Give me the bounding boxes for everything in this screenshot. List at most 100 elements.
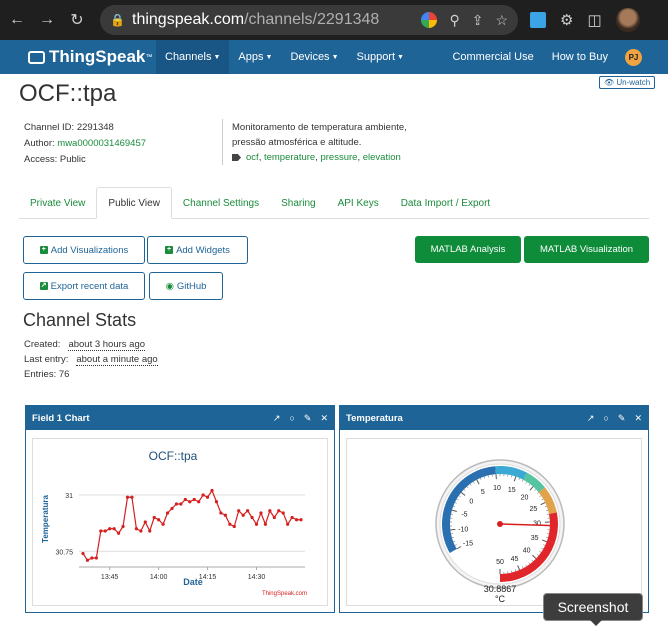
add-visualizations-label: Add Visualizations bbox=[50, 244, 129, 256]
data-point bbox=[90, 556, 94, 560]
star-icon[interactable]: ☆ bbox=[495, 12, 508, 29]
add-widgets-label: Add Widgets bbox=[176, 244, 230, 256]
pencil-icon[interactable]: ✎ bbox=[304, 413, 312, 424]
nav-apps[interactable]: Apps ▼ bbox=[229, 40, 281, 74]
unwatch-button[interactable]: 👁 Un-watch bbox=[599, 76, 656, 89]
nav-commercial-use[interactable]: Commercial Use bbox=[443, 40, 542, 74]
tag-link[interactable]: temperature bbox=[264, 152, 315, 163]
widget-title: Temperatura bbox=[346, 412, 403, 424]
pencil-icon[interactable]: ✎ bbox=[618, 413, 626, 424]
data-point bbox=[170, 506, 174, 511]
matlab-visualization-button[interactable]: MATLAB Visualization bbox=[524, 236, 649, 263]
tab-private-view[interactable]: Private View bbox=[19, 187, 96, 219]
puzzle-icon[interactable]: ⚙ bbox=[560, 11, 573, 29]
gauge-unit: °C bbox=[495, 594, 506, 604]
close-icon[interactable]: ✕ bbox=[320, 413, 328, 424]
gauge-tick-label: 35 bbox=[531, 535, 539, 542]
chat-bubble-icon bbox=[28, 50, 45, 64]
temperature-gauge-widget: Temperatura ↗ ○ ✎ ✕ -15 -10 -5 0 5 10 15 20 25 30… bbox=[339, 405, 649, 613]
tab-channel-settings[interactable]: Channel Settings bbox=[172, 187, 270, 219]
tab-data-import-export[interactable]: Data Import / Export bbox=[390, 187, 501, 219]
forward-arrow-icon[interactable]: → bbox=[36, 9, 58, 31]
nav-support[interactable]: Support ▼ bbox=[348, 40, 413, 74]
caret-down-icon: ▼ bbox=[265, 53, 273, 61]
matlab-analysis-button[interactable]: MATLAB Analysis bbox=[415, 236, 521, 263]
widget-header: Field 1 Chart ↗ ○ ✎ ✕ bbox=[26, 406, 334, 430]
tag-icon bbox=[232, 153, 241, 161]
tab-sharing[interactable]: Sharing bbox=[270, 187, 326, 219]
extension-icon[interactable] bbox=[530, 12, 546, 28]
data-point bbox=[130, 495, 134, 499]
data-point bbox=[205, 495, 210, 499]
comment-icon[interactable]: ○ bbox=[603, 413, 608, 423]
data-point bbox=[237, 509, 241, 513]
google-icon[interactable] bbox=[421, 12, 438, 28]
author-link[interactable]: mwa0000031469457 bbox=[57, 138, 146, 149]
data-point bbox=[116, 531, 121, 535]
lock-icon: 🔒 bbox=[110, 13, 125, 27]
series-line bbox=[82, 489, 301, 562]
sidebar-icon[interactable]: ◫ bbox=[587, 11, 601, 29]
data-point bbox=[192, 497, 196, 502]
reload-icon[interactable]: ↻ bbox=[66, 9, 88, 31]
tag-link[interactable]: elevation bbox=[363, 152, 401, 163]
share-icon[interactable]: ⇪ bbox=[472, 12, 484, 29]
caret-down-icon: ▼ bbox=[331, 53, 339, 61]
description-line-1: Monitoramento de temperatura ambiente, bbox=[232, 122, 407, 133]
data-point bbox=[268, 509, 272, 513]
data-point bbox=[139, 529, 143, 533]
author-label: Author: bbox=[24, 138, 55, 149]
data-point bbox=[219, 511, 223, 515]
user-avatar[interactable]: PJ bbox=[625, 48, 642, 66]
tag-link[interactable]: ocf bbox=[246, 152, 259, 163]
comment-icon[interactable]: ○ bbox=[289, 413, 294, 423]
add-visualizations-button[interactable]: + Add Visualizations bbox=[23, 236, 145, 264]
x-tick-label: 14:30 bbox=[248, 574, 266, 581]
created-value: about 3 hours ago bbox=[68, 339, 146, 351]
logo-text: ThingSpeak bbox=[49, 47, 146, 66]
chart-credit: ThingSpeak.com bbox=[262, 591, 307, 597]
data-point bbox=[259, 511, 263, 515]
back-arrow-icon[interactable]: ← bbox=[6, 9, 28, 31]
export-recent-data-button[interactable]: ↗ Export recent data bbox=[23, 272, 145, 300]
tab-api-keys[interactable]: API Keys bbox=[327, 187, 390, 219]
tab-public-view[interactable]: Public View bbox=[96, 187, 172, 219]
gauge-tick-label: -10 bbox=[458, 526, 468, 533]
nav-devices[interactable]: Devices ▼ bbox=[281, 40, 347, 74]
field-1-chart-widget: Field 1 Chart ↗ ○ ✎ ✕ OCF::tpa 30.75 31 13… bbox=[25, 405, 335, 613]
data-point bbox=[290, 515, 294, 520]
created-label: Created: bbox=[24, 339, 61, 350]
channel-stats: Created: about 3 hours ago Last entry: abo… bbox=[24, 337, 158, 382]
chart-area: OCF::tpa 30.75 31 13:45 14:00 14:15 14:30 Dat… bbox=[32, 438, 328, 606]
zoom-icon[interactable]: ⚲ bbox=[449, 12, 459, 29]
external-link-icon[interactable]: ↗ bbox=[273, 413, 281, 424]
chart-grid bbox=[79, 494, 305, 568]
url-path: /channels/2291348 bbox=[244, 11, 380, 28]
add-widgets-button[interactable]: + Add Widgets bbox=[147, 236, 248, 264]
data-point bbox=[214, 500, 219, 504]
gauge-hub bbox=[497, 521, 503, 527]
data-point bbox=[125, 495, 130, 499]
profile-avatar[interactable] bbox=[615, 8, 640, 32]
data-point bbox=[228, 522, 232, 526]
data-point bbox=[121, 524, 125, 529]
close-icon[interactable]: ✕ bbox=[634, 413, 642, 424]
address-bar[interactable]: 🔒 thingspeak.com/channels/2291348 ⚲ ⇪ ☆ bbox=[100, 5, 518, 35]
access-value: Public bbox=[59, 154, 86, 165]
nav-how-to-buy[interactable]: How to Buy bbox=[543, 40, 617, 74]
data-point bbox=[108, 527, 112, 531]
y-tick-label: 31 bbox=[65, 493, 73, 500]
widget-header: Temperatura ↗ ○ ✎ ✕ bbox=[340, 406, 648, 430]
external-link-icon[interactable]: ↗ bbox=[587, 413, 595, 424]
nav-channels[interactable]: Channels ▼ bbox=[156, 40, 230, 74]
data-point bbox=[299, 518, 303, 522]
channel-tabs: Private View Public View Channel Setting… bbox=[19, 187, 649, 219]
data-point bbox=[294, 518, 299, 522]
tag-link[interactable]: pressure bbox=[320, 152, 357, 163]
data-point bbox=[94, 556, 98, 560]
github-button[interactable]: ◉ GitHub bbox=[149, 272, 223, 300]
data-point bbox=[99, 529, 103, 533]
thingspeak-logo[interactable]: ThingSpeak ™ bbox=[0, 47, 156, 67]
data-point bbox=[134, 527, 138, 531]
unwatch-label: Un-watch bbox=[616, 78, 651, 87]
